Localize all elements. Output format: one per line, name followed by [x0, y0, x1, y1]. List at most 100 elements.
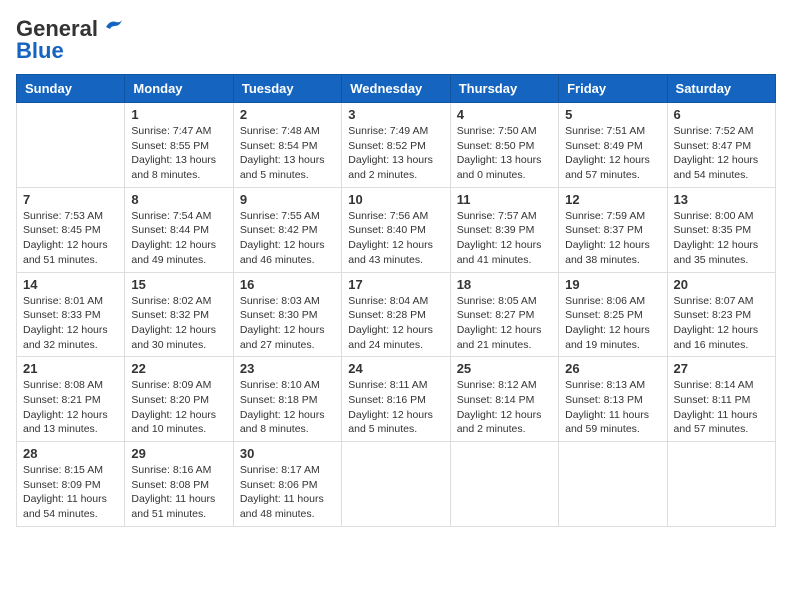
calendar-cell: 13 Sunrise: 8:00 AMSunset: 8:35 PMDayligh…: [667, 187, 775, 272]
calendar-cell: 9 Sunrise: 7:55 AMSunset: 8:42 PMDaylight…: [233, 187, 341, 272]
calendar-cell: 28 Sunrise: 8:15 AMSunset: 8:09 PMDayligh…: [17, 442, 125, 527]
day-info: Sunrise: 8:17 AMSunset: 8:06 PMDaylight:…: [240, 463, 335, 522]
calendar-cell: 6 Sunrise: 7:52 AMSunset: 8:47 PMDaylight…: [667, 103, 775, 188]
calendar-cell: 4 Sunrise: 7:50 AMSunset: 8:50 PMDaylight…: [450, 103, 558, 188]
day-info: Sunrise: 8:01 AMSunset: 8:33 PMDaylight:…: [23, 294, 118, 353]
calendar-table: SundayMondayTuesdayWednesdayThursdayFrid…: [16, 74, 776, 527]
calendar-cell: 19Sunrise: 8:06 AMSunset: 8:25 PMDayligh…: [559, 272, 667, 357]
calendar-cell: 5Sunrise: 7:51 AMSunset: 8:49 PMDaylight…: [559, 103, 667, 188]
calendar-cell: 27Sunrise: 8:14 AMSunset: 8:11 PMDayligh…: [667, 357, 775, 442]
col-header-tuesday: Tuesday: [233, 75, 341, 103]
calendar-cell: 7 Sunrise: 7:53 AMSunset: 8:45 PMDaylight…: [17, 187, 125, 272]
day-info: Sunrise: 7:50 AMSunset: 8:50 PMDaylight:…: [457, 124, 552, 183]
calendar-cell: [342, 442, 450, 527]
calendar-cell: 10Sunrise: 7:56 AMSunset: 8:40 PMDayligh…: [342, 187, 450, 272]
day-info: Sunrise: 8:12 AMSunset: 8:14 PMDaylight:…: [457, 378, 552, 437]
calendar-week-row: 14 Sunrise: 8:01 AMSunset: 8:33 PMDayligh…: [17, 272, 776, 357]
day-number: 17: [348, 277, 443, 292]
calendar-cell: 30Sunrise: 8:17 AMSunset: 8:06 PMDayligh…: [233, 442, 341, 527]
day-info: Sunrise: 7:47 AMSunset: 8:55 PMDaylight:…: [131, 124, 226, 183]
calendar-week-row: 1 Sunrise: 7:47 AMSunset: 8:55 PMDaylight…: [17, 103, 776, 188]
day-number: 8: [131, 192, 226, 207]
day-number: 7: [23, 192, 118, 207]
day-number: 3: [348, 107, 443, 122]
calendar-cell: [667, 442, 775, 527]
col-header-saturday: Saturday: [667, 75, 775, 103]
calendar-cell: 11Sunrise: 7:57 AMSunset: 8:39 PMDayligh…: [450, 187, 558, 272]
calendar-cell: 14 Sunrise: 8:01 AMSunset: 8:33 PMDayligh…: [17, 272, 125, 357]
day-number: 26: [565, 361, 660, 376]
day-info: Sunrise: 8:09 AMSunset: 8:20 PMDaylight:…: [131, 378, 226, 437]
day-number: 15: [131, 277, 226, 292]
day-info: Sunrise: 8:13 AMSunset: 8:13 PMDaylight:…: [565, 378, 660, 437]
calendar-week-row: 7 Sunrise: 7:53 AMSunset: 8:45 PMDaylight…: [17, 187, 776, 272]
day-info: Sunrise: 8:07 AMSunset: 8:23 PMDaylight:…: [674, 294, 769, 353]
calendar-cell: 25 Sunrise: 8:12 AMSunset: 8:14 PMDayligh…: [450, 357, 558, 442]
day-number: 20: [674, 277, 769, 292]
day-number: 1: [131, 107, 226, 122]
calendar-cell: 24 Sunrise: 8:11 AMSunset: 8:16 PMDayligh…: [342, 357, 450, 442]
logo-bird-icon: [102, 18, 124, 36]
calendar-cell: 23Sunrise: 8:10 AMSunset: 8:18 PMDayligh…: [233, 357, 341, 442]
col-header-thursday: Thursday: [450, 75, 558, 103]
calendar-cell: 26 Sunrise: 8:13 AMSunset: 8:13 PMDayligh…: [559, 357, 667, 442]
day-info: Sunrise: 7:57 AMSunset: 8:39 PMDaylight:…: [457, 209, 552, 268]
day-number: 18: [457, 277, 552, 292]
day-info: Sunrise: 7:55 AMSunset: 8:42 PMDaylight:…: [240, 209, 335, 268]
day-number: 27: [674, 361, 769, 376]
day-number: 25: [457, 361, 552, 376]
logo-blue-text: Blue: [16, 38, 64, 64]
col-header-sunday: Sunday: [17, 75, 125, 103]
day-number: 2: [240, 107, 335, 122]
day-number: 16: [240, 277, 335, 292]
day-number: 22: [131, 361, 226, 376]
day-info: Sunrise: 8:16 AMSunset: 8:08 PMDaylight:…: [131, 463, 226, 522]
day-number: 24: [348, 361, 443, 376]
day-number: 28: [23, 446, 118, 461]
col-header-friday: Friday: [559, 75, 667, 103]
calendar-cell: 20 Sunrise: 8:07 AMSunset: 8:23 PMDayligh…: [667, 272, 775, 357]
day-info: Sunrise: 8:08 AMSunset: 8:21 PMDaylight:…: [23, 378, 118, 437]
calendar-week-row: 21 Sunrise: 8:08 AMSunset: 8:21 PMDayligh…: [17, 357, 776, 442]
calendar-header-row: SundayMondayTuesdayWednesdayThursdayFrid…: [17, 75, 776, 103]
calendar-week-row: 28 Sunrise: 8:15 AMSunset: 8:09 PMDayligh…: [17, 442, 776, 527]
day-info: Sunrise: 7:52 AMSunset: 8:47 PMDaylight:…: [674, 124, 769, 183]
day-info: Sunrise: 8:11 AMSunset: 8:16 PMDaylight:…: [348, 378, 443, 437]
calendar-cell: 2 Sunrise: 7:48 AMSunset: 8:54 PMDaylight…: [233, 103, 341, 188]
day-number: 13: [674, 192, 769, 207]
day-number: 6: [674, 107, 769, 122]
day-info: Sunrise: 8:04 AMSunset: 8:28 PMDaylight:…: [348, 294, 443, 353]
day-number: 5: [565, 107, 660, 122]
day-info: Sunrise: 7:49 AMSunset: 8:52 PMDaylight:…: [348, 124, 443, 183]
day-info: Sunrise: 7:53 AMSunset: 8:45 PMDaylight:…: [23, 209, 118, 268]
col-header-wednesday: Wednesday: [342, 75, 450, 103]
day-info: Sunrise: 8:03 AMSunset: 8:30 PMDaylight:…: [240, 294, 335, 353]
calendar-cell: 3 Sunrise: 7:49 AMSunset: 8:52 PMDaylight…: [342, 103, 450, 188]
calendar-cell: [17, 103, 125, 188]
day-number: 29: [131, 446, 226, 461]
calendar-cell: 8 Sunrise: 7:54 AMSunset: 8:44 PMDaylight…: [125, 187, 233, 272]
day-number: 10: [348, 192, 443, 207]
day-info: Sunrise: 8:02 AMSunset: 8:32 PMDaylight:…: [131, 294, 226, 353]
calendar-cell: 21 Sunrise: 8:08 AMSunset: 8:21 PMDayligh…: [17, 357, 125, 442]
day-info: Sunrise: 7:54 AMSunset: 8:44 PMDaylight:…: [131, 209, 226, 268]
calendar-cell: 1 Sunrise: 7:47 AMSunset: 8:55 PMDaylight…: [125, 103, 233, 188]
day-info: Sunrise: 7:48 AMSunset: 8:54 PMDaylight:…: [240, 124, 335, 183]
day-info: Sunrise: 8:05 AMSunset: 8:27 PMDaylight:…: [457, 294, 552, 353]
calendar-cell: 22 Sunrise: 8:09 AMSunset: 8:20 PMDayligh…: [125, 357, 233, 442]
col-header-monday: Monday: [125, 75, 233, 103]
day-info: Sunrise: 8:00 AMSunset: 8:35 PMDaylight:…: [674, 209, 769, 268]
calendar-cell: 15 Sunrise: 8:02 AMSunset: 8:32 PMDayligh…: [125, 272, 233, 357]
page-header: General Blue: [16, 16, 776, 64]
calendar-cell: [559, 442, 667, 527]
calendar-cell: 16 Sunrise: 8:03 AMSunset: 8:30 PMDayligh…: [233, 272, 341, 357]
calendar-cell: 18 Sunrise: 8:05 AMSunset: 8:27 PMDayligh…: [450, 272, 558, 357]
day-number: 12: [565, 192, 660, 207]
day-info: Sunrise: 8:10 AMSunset: 8:18 PMDaylight:…: [240, 378, 335, 437]
day-info: Sunrise: 8:15 AMSunset: 8:09 PMDaylight:…: [23, 463, 118, 522]
day-number: 14: [23, 277, 118, 292]
day-number: 21: [23, 361, 118, 376]
day-number: 4: [457, 107, 552, 122]
day-number: 19: [565, 277, 660, 292]
day-number: 9: [240, 192, 335, 207]
